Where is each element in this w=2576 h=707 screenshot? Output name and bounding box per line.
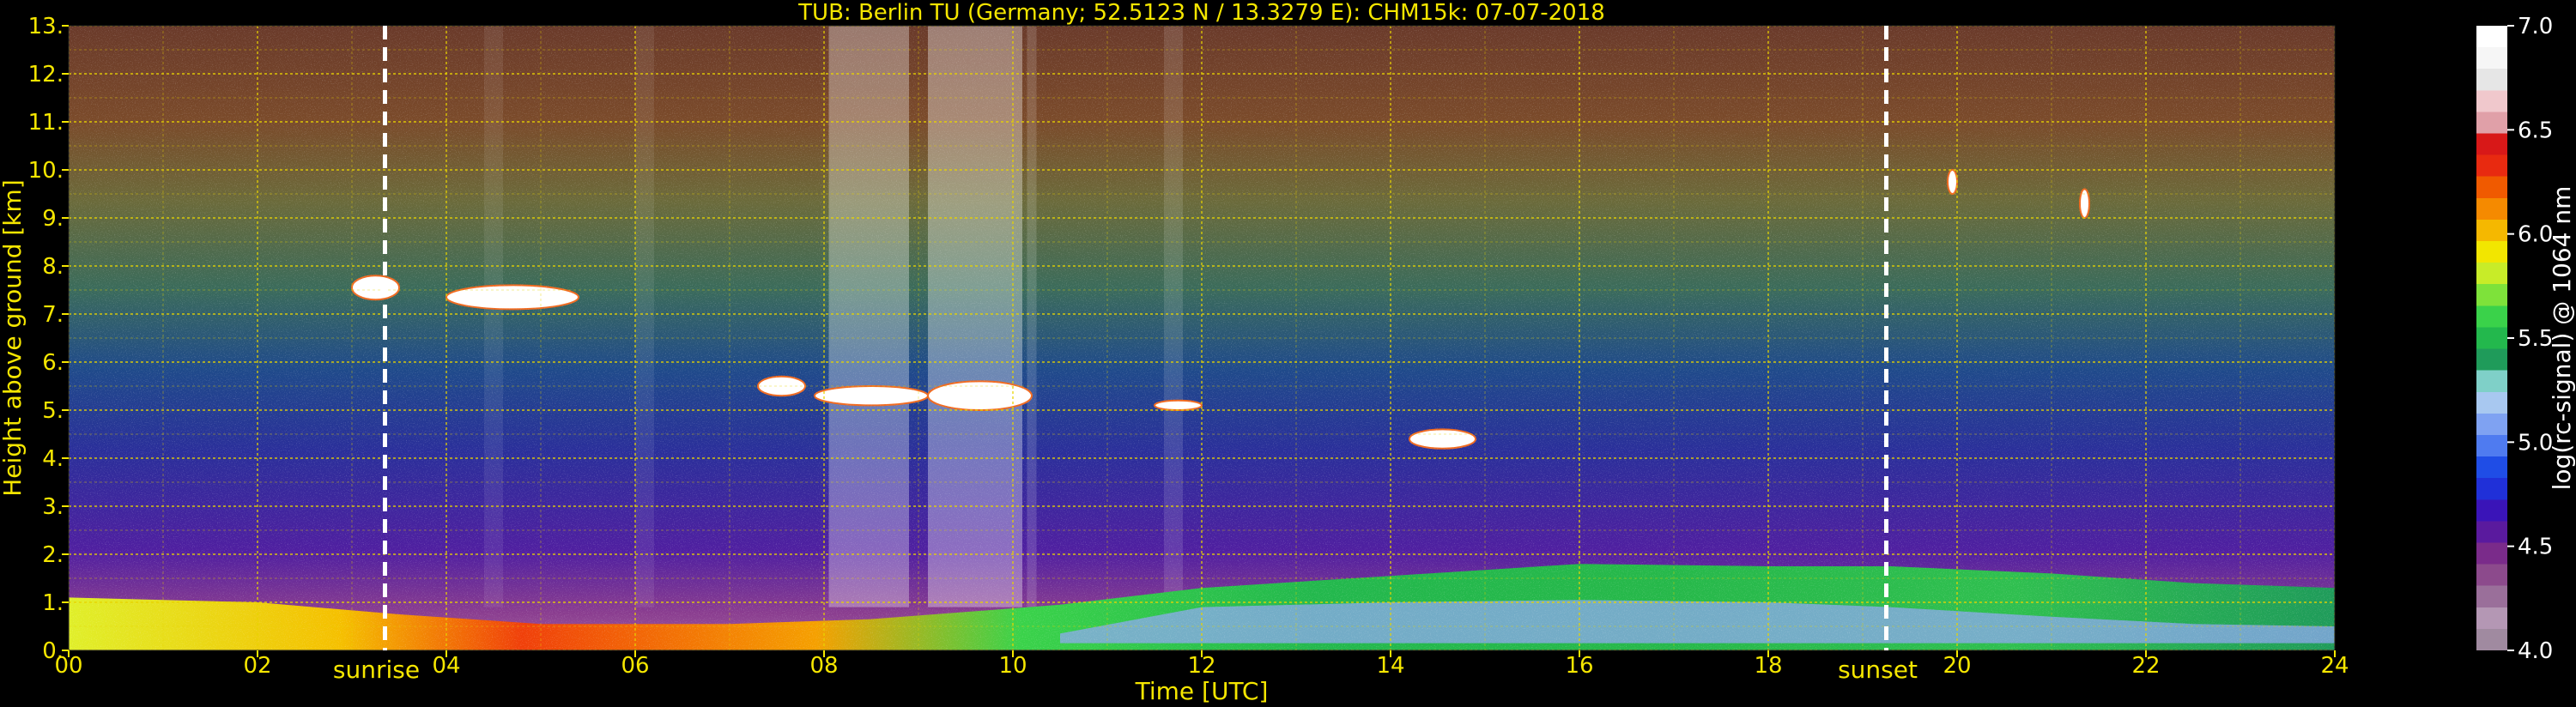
- x-tick-label: 18: [1754, 653, 1782, 679]
- y-tick-label: 10.: [28, 158, 64, 184]
- y-tick-label: 12.: [28, 62, 64, 88]
- y-tick-label: 5.: [42, 398, 64, 424]
- y-tick-label: 7.: [42, 302, 64, 328]
- x-tick-label: 24: [2320, 653, 2349, 679]
- y-tick-label: 8.: [42, 254, 64, 280]
- x-tick-label: 04: [432, 653, 460, 679]
- y-tick-label: 3.: [42, 494, 64, 520]
- x-tick-label: 20: [1943, 653, 1971, 679]
- x-tick-label: 10: [998, 653, 1027, 679]
- ceilometer-figure: TUB: Berlin TU (Germany; 52.5123 N / 13.…: [0, 0, 2576, 705]
- y-tick-label: 1.: [42, 590, 64, 616]
- y-tick-label: 13.: [28, 14, 64, 39]
- x-tick-label: 14: [1376, 653, 1404, 679]
- colorbar-scale: [2476, 26, 2507, 650]
- y-axis-label: Height above ground [km]: [0, 179, 27, 497]
- colorbar-tick-label: 7.0: [2518, 14, 2553, 39]
- x-axis-label: Time [UTC]: [1135, 677, 1269, 705]
- colorbar-label: log(rc-signal) @ 1064 nm: [2548, 186, 2576, 491]
- x-tick-label: 08: [809, 653, 838, 679]
- sun-marker-label: sunrise: [333, 656, 420, 684]
- y-tick-label: 6.: [42, 350, 64, 376]
- sun-marker-label: sunset: [1838, 656, 1918, 684]
- chart-title: TUB: Berlin TU (Germany; 52.5123 N / 13.…: [797, 0, 1605, 26]
- y-tick-label: 0.: [42, 638, 64, 664]
- y-tick-label: 9.: [42, 206, 64, 232]
- y-tick-label: 2.: [42, 542, 64, 568]
- x-tick-label: 06: [621, 653, 649, 679]
- x-tick-label: 16: [1565, 653, 1593, 679]
- x-tick-label: 02: [243, 653, 271, 679]
- colorbar-tick-label: 4.0: [2518, 638, 2553, 664]
- x-tick-label: 12: [1187, 653, 1215, 679]
- colorbar-ticks: 4.04.55.05.56.06.57.0: [2507, 14, 2553, 664]
- colorbar: 4.04.55.05.56.06.57.0 log(rc-signal) @ 1…: [2476, 14, 2576, 664]
- colorbar-tick-label: 4.5: [2518, 535, 2553, 560]
- colorbar-tick-label: 6.5: [2518, 118, 2553, 143]
- plot-area: [69, 26, 2335, 650]
- y-tick-label: 4.: [42, 446, 64, 472]
- y-axis-ticks: 0. 1. 2. 3. 4. 5. 6. 7. 8. 9. 10. 11. 12. 13.: [28, 14, 69, 664]
- x-tick-label: 22: [2131, 653, 2160, 679]
- y-tick-label: 11.: [28, 110, 64, 136]
